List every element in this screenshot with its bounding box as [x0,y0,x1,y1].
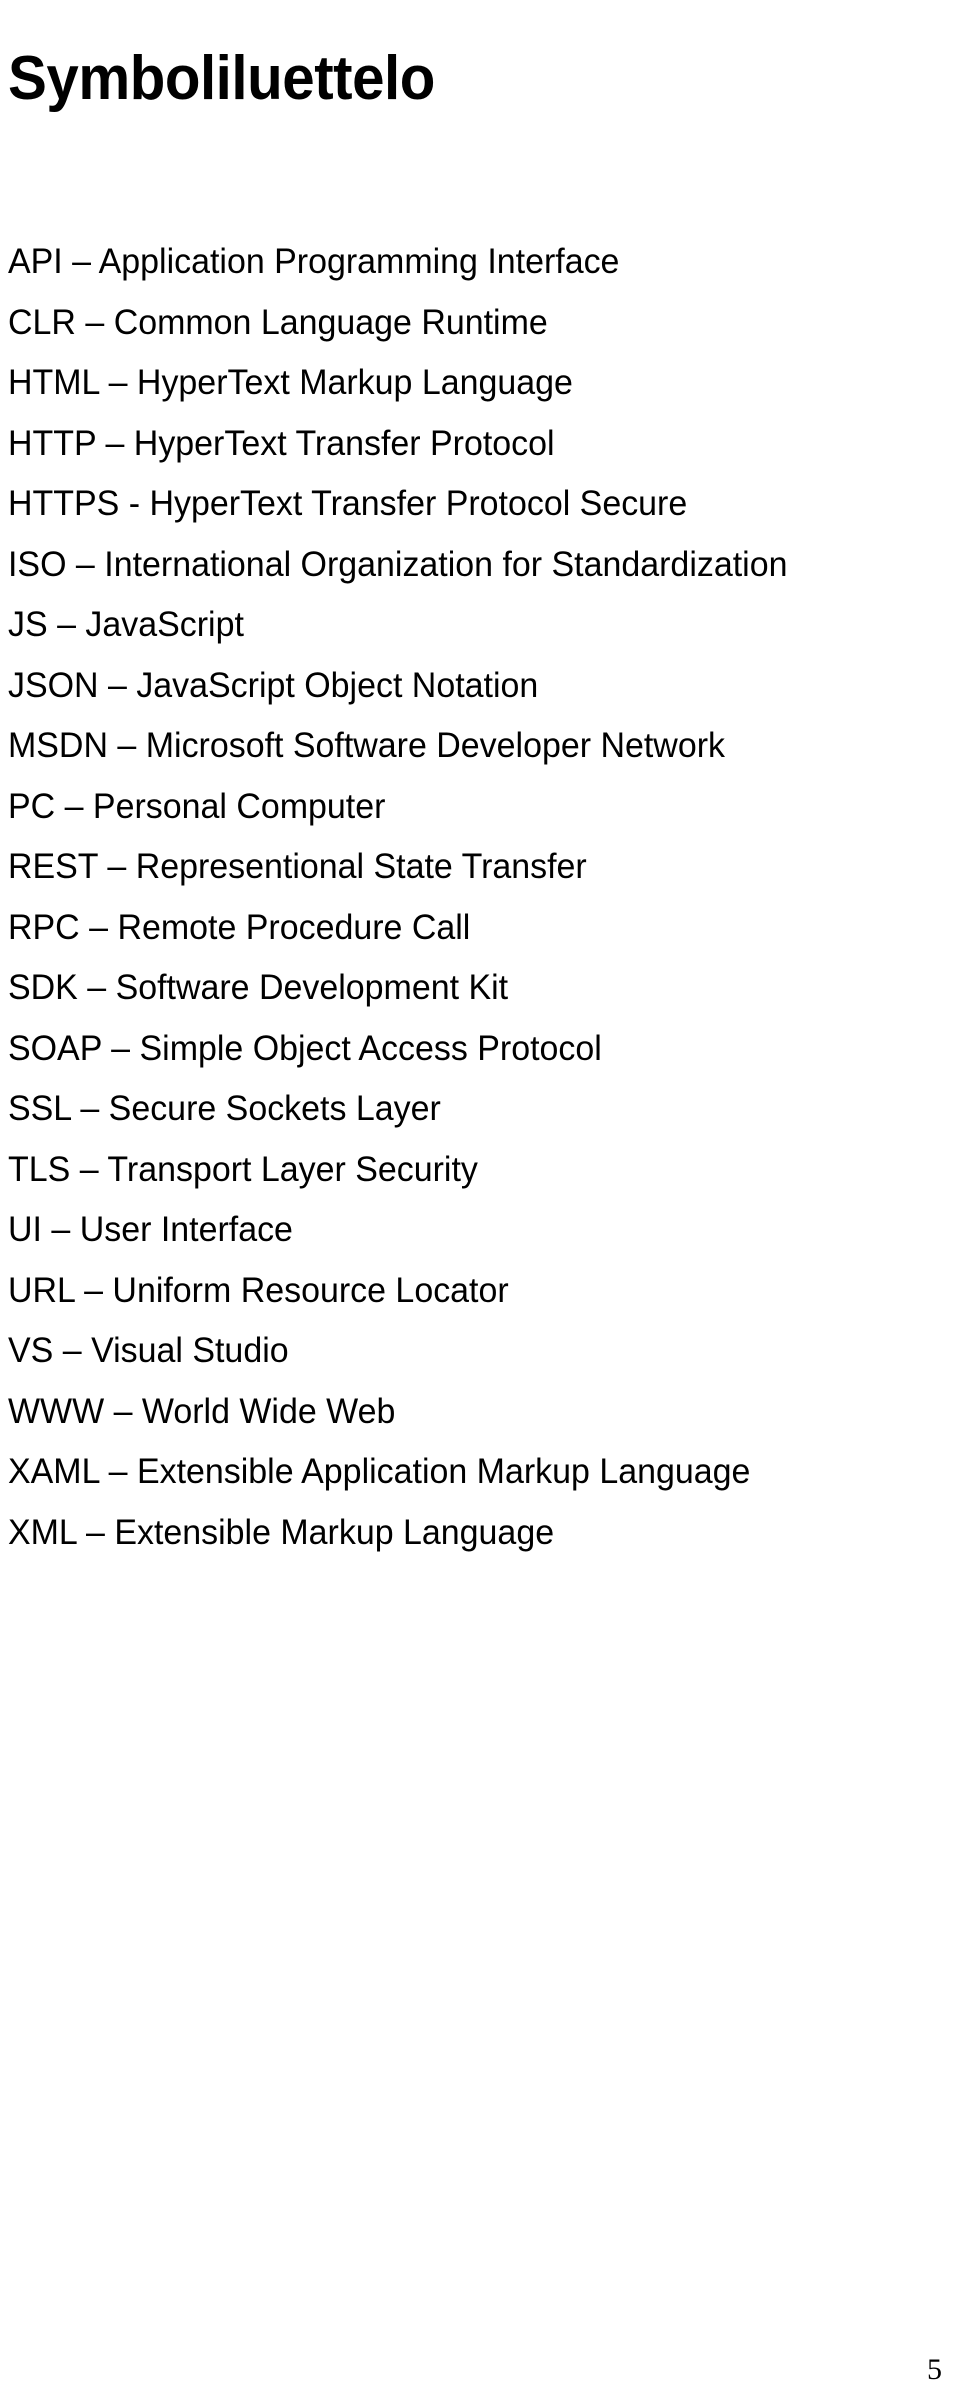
abbreviation-expansion: HyperText Markup Language [136,363,573,402]
abbreviation-term: ISO [8,544,67,584]
abbreviation-term: SDK [8,968,78,1007]
abbreviation-separator: - [128,484,141,523]
abbreviation-term: MSDN [8,726,108,765]
abbreviation-term: HTTPS [8,484,120,523]
abbreviation-term: API [8,242,63,281]
abbreviation-expansion: User Interface [79,1210,293,1249]
abbreviation-item: TLS – Transport Layer Security [8,1140,924,1201]
abbreviation-separator: – [111,1028,131,1068]
abbreviation-term: REST [8,847,98,886]
abbreviation-expansion: Remote Procedure Call [117,907,471,947]
abbreviation-item: CLR – Common Language Runtime [8,293,924,354]
abbreviation-list: API – Application Programming Interface C… [8,232,952,1563]
abbreviation-expansion: World Wide Web [141,1391,396,1431]
abbreviation-item: HTML – HyperText Markup Language [8,353,924,414]
abbreviation-expansion: Common Language Runtime [113,302,548,342]
abbreviation-expansion: Simple Object Access Protocol [139,1028,602,1068]
abbreviation-item: API – Application Programming Interface [8,232,924,293]
abbreviation-term: SSL [8,1089,71,1128]
abbreviation-item: MSDN – Microsoft Software Developer Netw… [8,716,924,777]
abbreviation-term: HTTP [8,423,97,463]
abbreviation-separator: – [108,1452,128,1491]
abbreviation-item: WWW – World Wide Web [8,1382,924,1443]
abbreviation-separator: – [85,1512,105,1552]
abbreviation-separator: – [80,1089,100,1128]
abbreviation-separator: – [64,786,84,826]
abbreviation-separator: – [117,726,137,765]
abbreviation-separator: – [108,665,127,705]
document-page: Symboliluettelo API – Application Progra… [0,0,960,2400]
abbreviation-item: REST – Representional State Transfer [8,837,924,898]
abbreviation-separator: – [105,423,125,463]
abbreviation-expansion: International Organization for Standardi… [104,544,788,584]
abbreviation-term: TLS [8,1149,71,1189]
abbreviation-expansion: Visual Studio [91,1331,289,1370]
abbreviation-item: SDK – Software Development Kit [8,958,924,1019]
abbreviation-term: WWW [8,1391,105,1431]
abbreviation-expansion: JavaScript [85,605,244,644]
abbreviation-separator: – [79,1149,99,1189]
abbreviation-separator: – [75,544,95,584]
abbreviation-separator: – [57,605,76,644]
abbreviation-expansion: Application Programming Interface [98,242,620,281]
abbreviation-separator: – [113,1391,133,1431]
abbreviation-separator: – [62,1331,82,1370]
abbreviation-item: RPC – Remote Procedure Call [8,898,924,959]
abbreviation-separator: – [84,1270,103,1310]
abbreviation-term: VS [8,1331,54,1370]
abbreviation-item: SOAP – Simple Object Access Protocol [8,1019,924,1080]
abbreviation-expansion: Microsoft Software Developer Network [145,726,725,765]
abbreviation-term: UI [8,1210,42,1249]
abbreviation-term: HTML [8,363,100,402]
abbreviation-term: XML [8,1512,77,1552]
abbreviation-separator: – [51,1210,71,1249]
abbreviation-item: XAML – Extensible Application Markup Lan… [8,1442,924,1503]
abbreviation-expansion: Extensible Markup Language [114,1512,555,1552]
abbreviation-item: HTTPS - HyperText Transfer Protocol Secu… [8,474,924,535]
abbreviation-item: JS – JavaScript [8,595,924,656]
abbreviation-term: CLR [8,302,76,342]
abbreviation-term: RPC [8,907,80,947]
abbreviation-expansion: Uniform Resource Locator [112,1270,509,1310]
abbreviation-item: ISO – International Organization for Sta… [8,535,924,596]
abbreviation-item: URL – Uniform Resource Locator [8,1261,924,1322]
abbreviation-term: SOAP [8,1028,102,1068]
abbreviation-item: JSON – JavaScript Object Notation [8,656,924,717]
abbreviation-separator: – [85,302,105,342]
abbreviation-item: VS – Visual Studio [8,1321,924,1382]
abbreviation-item: HTTP – HyperText Transfer Protocol [8,414,924,475]
abbreviation-expansion: Representional State Transfer [135,847,587,886]
abbreviation-expansion: Transport Layer Security [107,1149,478,1189]
abbreviation-item: PC – Personal Computer [8,777,924,838]
abbreviation-item: XML – Extensible Markup Language [8,1503,924,1564]
abbreviation-expansion: HyperText Transfer Protocol Secure [149,484,688,523]
abbreviation-expansion: Personal Computer [92,786,386,826]
abbreviation-separator: – [87,968,107,1007]
abbreviation-separator: – [89,907,109,947]
abbreviation-expansion: Extensible Application Markup Language [136,1452,751,1491]
page-title: Symboliluettelo [8,43,435,113]
abbreviation-separator: – [107,847,127,886]
abbreviation-term: XAML [8,1452,100,1491]
abbreviation-term: URL [8,1270,75,1310]
abbreviation-separator: – [108,363,128,402]
page-number: 5 [927,2353,942,2386]
abbreviation-item: UI – User Interface [8,1200,924,1261]
abbreviation-item: SSL – Secure Sockets Layer [8,1079,924,1140]
abbreviation-expansion: HyperText Transfer Protocol [133,423,555,463]
abbreviation-expansion: Secure Sockets Layer [108,1089,441,1128]
abbreviation-expansion: Software Development Kit [115,968,509,1007]
abbreviation-expansion: JavaScript Object Notation [136,665,539,705]
abbreviation-term: JSON [8,665,99,705]
abbreviation-separator: – [72,242,92,281]
abbreviation-term: JS [8,605,48,644]
abbreviation-term: PC [8,786,56,826]
